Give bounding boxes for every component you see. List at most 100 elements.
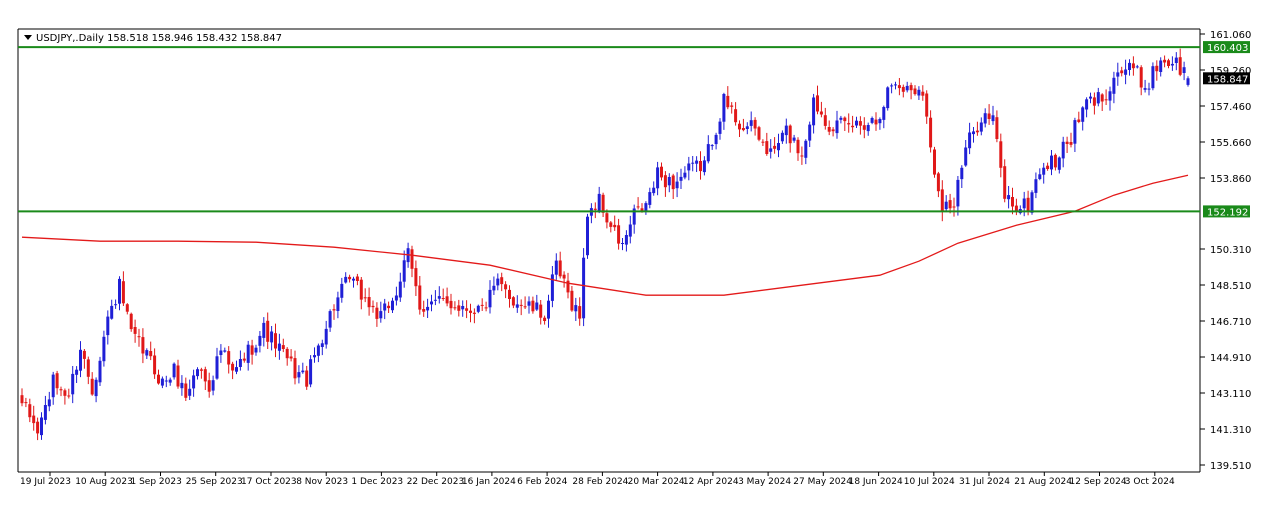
candle-body xyxy=(812,97,816,126)
support-tag-label: 152.192 xyxy=(1207,207,1248,218)
candle-body xyxy=(79,349,82,371)
candle-body xyxy=(141,337,145,354)
candle-body xyxy=(519,304,523,306)
candle-body xyxy=(192,375,196,389)
chart-canvas[interactable]: USDJPY,.Daily 158.518 158.946 158.432 15… xyxy=(0,0,1274,500)
candle-body xyxy=(160,378,164,386)
candle-body xyxy=(359,279,363,300)
candle-body xyxy=(86,359,90,377)
candle-body xyxy=(43,405,47,420)
candle-body xyxy=(285,348,289,359)
candle-body xyxy=(145,350,149,356)
candle-body xyxy=(1081,107,1085,122)
candle-body xyxy=(1182,67,1186,73)
candle-body xyxy=(543,317,547,321)
candle-body xyxy=(1124,69,1128,75)
candle-body xyxy=(671,175,675,190)
resistance-tag-label: 160.403 xyxy=(1207,43,1248,54)
candle-body xyxy=(1077,119,1081,122)
candle-body xyxy=(734,109,738,123)
candle-body xyxy=(1053,154,1057,168)
candle-body xyxy=(289,356,293,359)
candle-body xyxy=(925,93,929,117)
candle-body xyxy=(176,365,180,387)
date-tick-label: 31 Jul 2024 xyxy=(959,477,1010,487)
candle-body xyxy=(227,351,231,365)
candle-body xyxy=(414,268,418,287)
candle-body xyxy=(667,177,671,186)
candle-body xyxy=(858,121,862,126)
candle-body xyxy=(1147,88,1151,90)
candle-body xyxy=(714,134,718,145)
candle-body xyxy=(929,117,933,148)
candle-body xyxy=(36,421,40,434)
candle-body xyxy=(691,162,695,164)
date-tick-label: 10 Aug 2023 xyxy=(75,477,133,487)
candle-body xyxy=(523,306,527,308)
candle-body xyxy=(952,206,956,208)
candle-body xyxy=(738,123,741,130)
candle-body xyxy=(816,95,819,112)
candle-body xyxy=(539,304,543,318)
candle-body xyxy=(1042,167,1046,175)
candle-body xyxy=(558,260,562,277)
candle-body xyxy=(1159,60,1163,72)
date-tick-label: 10 Jul 2024 xyxy=(904,477,955,487)
candle-body xyxy=(1139,67,1143,88)
candle-body xyxy=(726,95,730,108)
candle-body xyxy=(921,91,925,96)
candle-body xyxy=(301,370,305,373)
date-tick-label: 28 Feb 2024 xyxy=(572,477,628,487)
candle-body xyxy=(305,370,309,387)
candle-body xyxy=(1186,78,1190,85)
candle-body xyxy=(823,115,827,126)
candle-body xyxy=(125,304,129,312)
candle-body xyxy=(324,328,328,345)
candle-body xyxy=(184,383,188,398)
candle-body xyxy=(266,320,270,342)
candle-body xyxy=(730,105,734,107)
candle-body xyxy=(114,304,118,306)
candle-body xyxy=(968,132,972,149)
candle-body xyxy=(944,201,948,210)
candle-body xyxy=(340,283,344,298)
candle-body xyxy=(398,281,402,298)
candle-body xyxy=(1096,92,1100,104)
candle-body xyxy=(133,327,137,334)
candle-body xyxy=(624,235,628,245)
candle-body xyxy=(1143,88,1147,90)
candlestick-chart[interactable]: USDJPY,.Daily 158.518 158.946 158.432 15… xyxy=(0,0,1274,500)
candle-body xyxy=(745,126,749,129)
date-tick-label: 20 Mar 2024 xyxy=(628,477,685,487)
candle-body xyxy=(1050,155,1053,170)
candle-body xyxy=(652,187,656,194)
price-tick-label: 153.860 xyxy=(1210,174,1251,185)
price-tick-label: 159.260 xyxy=(1210,66,1251,77)
candle-body xyxy=(496,278,500,286)
candle-body xyxy=(597,193,601,212)
candle-body xyxy=(979,122,983,132)
price-tick-label: 139.510 xyxy=(1210,461,1251,472)
candle-body xyxy=(913,88,917,95)
candle-body xyxy=(188,388,192,396)
candle-body xyxy=(437,296,441,299)
candle-body xyxy=(28,404,32,418)
candle-body xyxy=(316,345,320,356)
candle-body xyxy=(586,216,589,256)
candle-body xyxy=(777,143,780,151)
candle-body xyxy=(663,175,667,188)
price-tick-label: 150.310 xyxy=(1210,245,1251,256)
candle-body xyxy=(426,306,430,311)
candle-body xyxy=(59,389,63,391)
candle-body xyxy=(1026,197,1030,212)
price-tick-label: 146.710 xyxy=(1210,317,1251,328)
candle-body xyxy=(47,399,51,407)
candle-body xyxy=(394,295,398,301)
date-tick-label: 25 Sep 2023 xyxy=(186,477,243,487)
candle-body xyxy=(1038,174,1042,179)
candle-body xyxy=(223,350,227,352)
candle-body xyxy=(196,369,199,377)
candle-body xyxy=(149,351,153,357)
candle-body xyxy=(948,200,952,209)
candle-body xyxy=(582,257,586,319)
